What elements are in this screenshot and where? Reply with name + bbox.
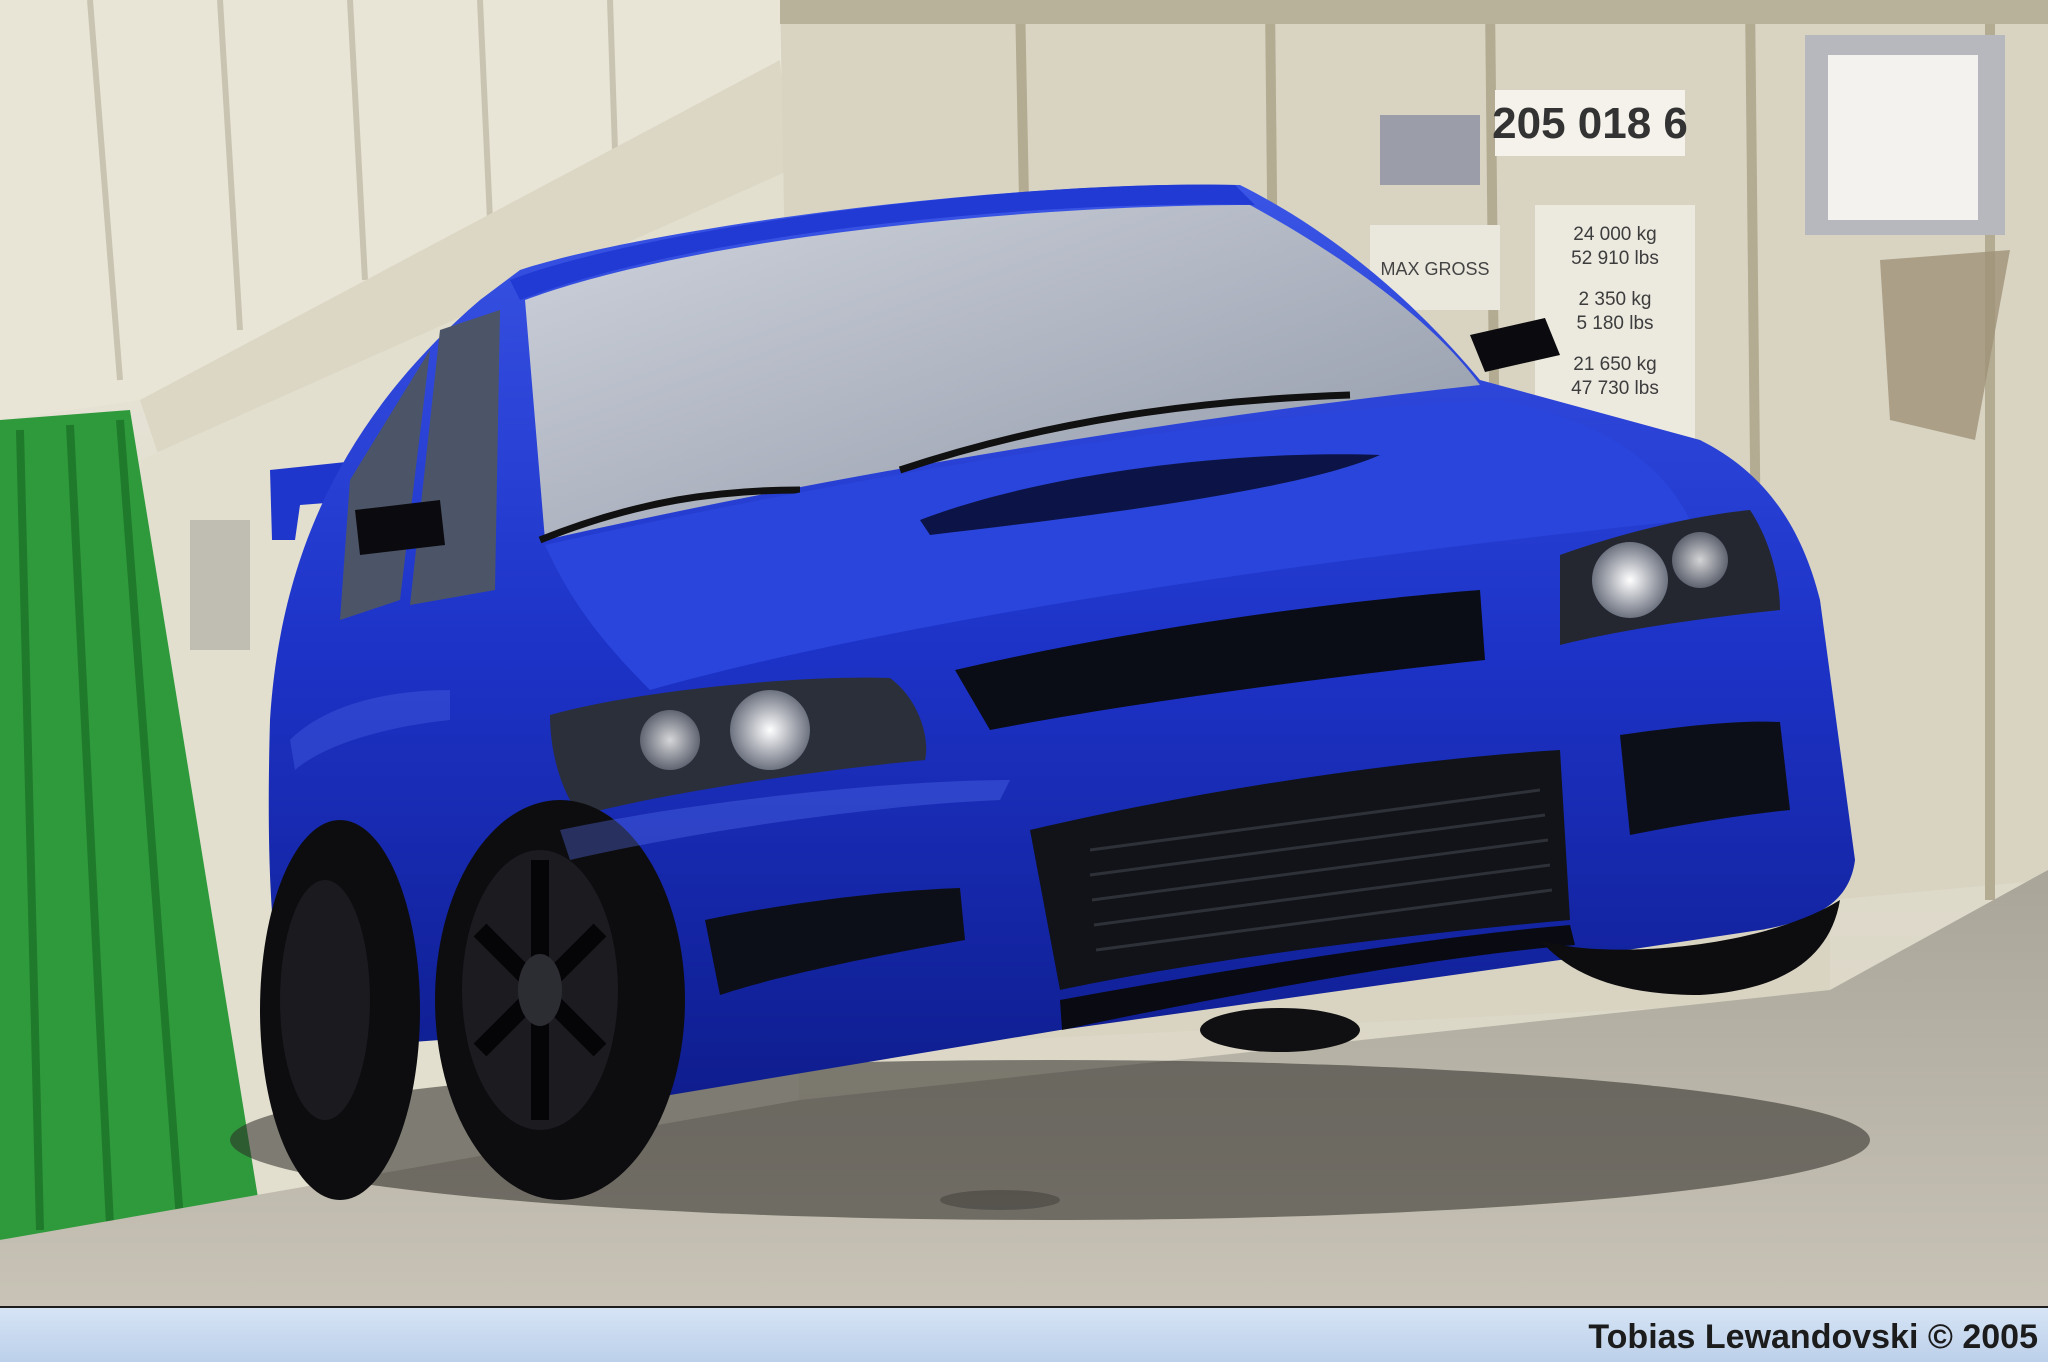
weight-5: 21 650 kg — [1573, 354, 1656, 375]
wheel-rear-left — [260, 820, 420, 1200]
weight-2: 52 910 lbs — [1571, 248, 1659, 269]
wheel-front-left — [435, 800, 685, 1200]
photo-credit: Tobias Lewandovski © 2005 — [1588, 1318, 2038, 1356]
wheel-rear-right — [1200, 1008, 1360, 1052]
weight-1: 24 000 kg — [1573, 224, 1656, 245]
container-number: 205 018 6 — [1492, 99, 1688, 148]
weight-6: 47 730 lbs — [1571, 378, 1659, 399]
photo: 205 018 6 MAX GROSS 24 000 kg 52 910 lbs… — [0, 0, 2048, 1306]
weight-3: 2 350 kg — [1579, 289, 1652, 310]
max-gross-label: MAX GROSS — [1380, 259, 1489, 279]
caption-bar: Tobias Lewandovski © 2005 — [0, 1306, 2048, 1362]
car-photo-illustration: 205 018 6 MAX GROSS 24 000 kg 52 910 lbs… — [0, 0, 2048, 1306]
weight-4: 5 180 lbs — [1576, 313, 1653, 334]
